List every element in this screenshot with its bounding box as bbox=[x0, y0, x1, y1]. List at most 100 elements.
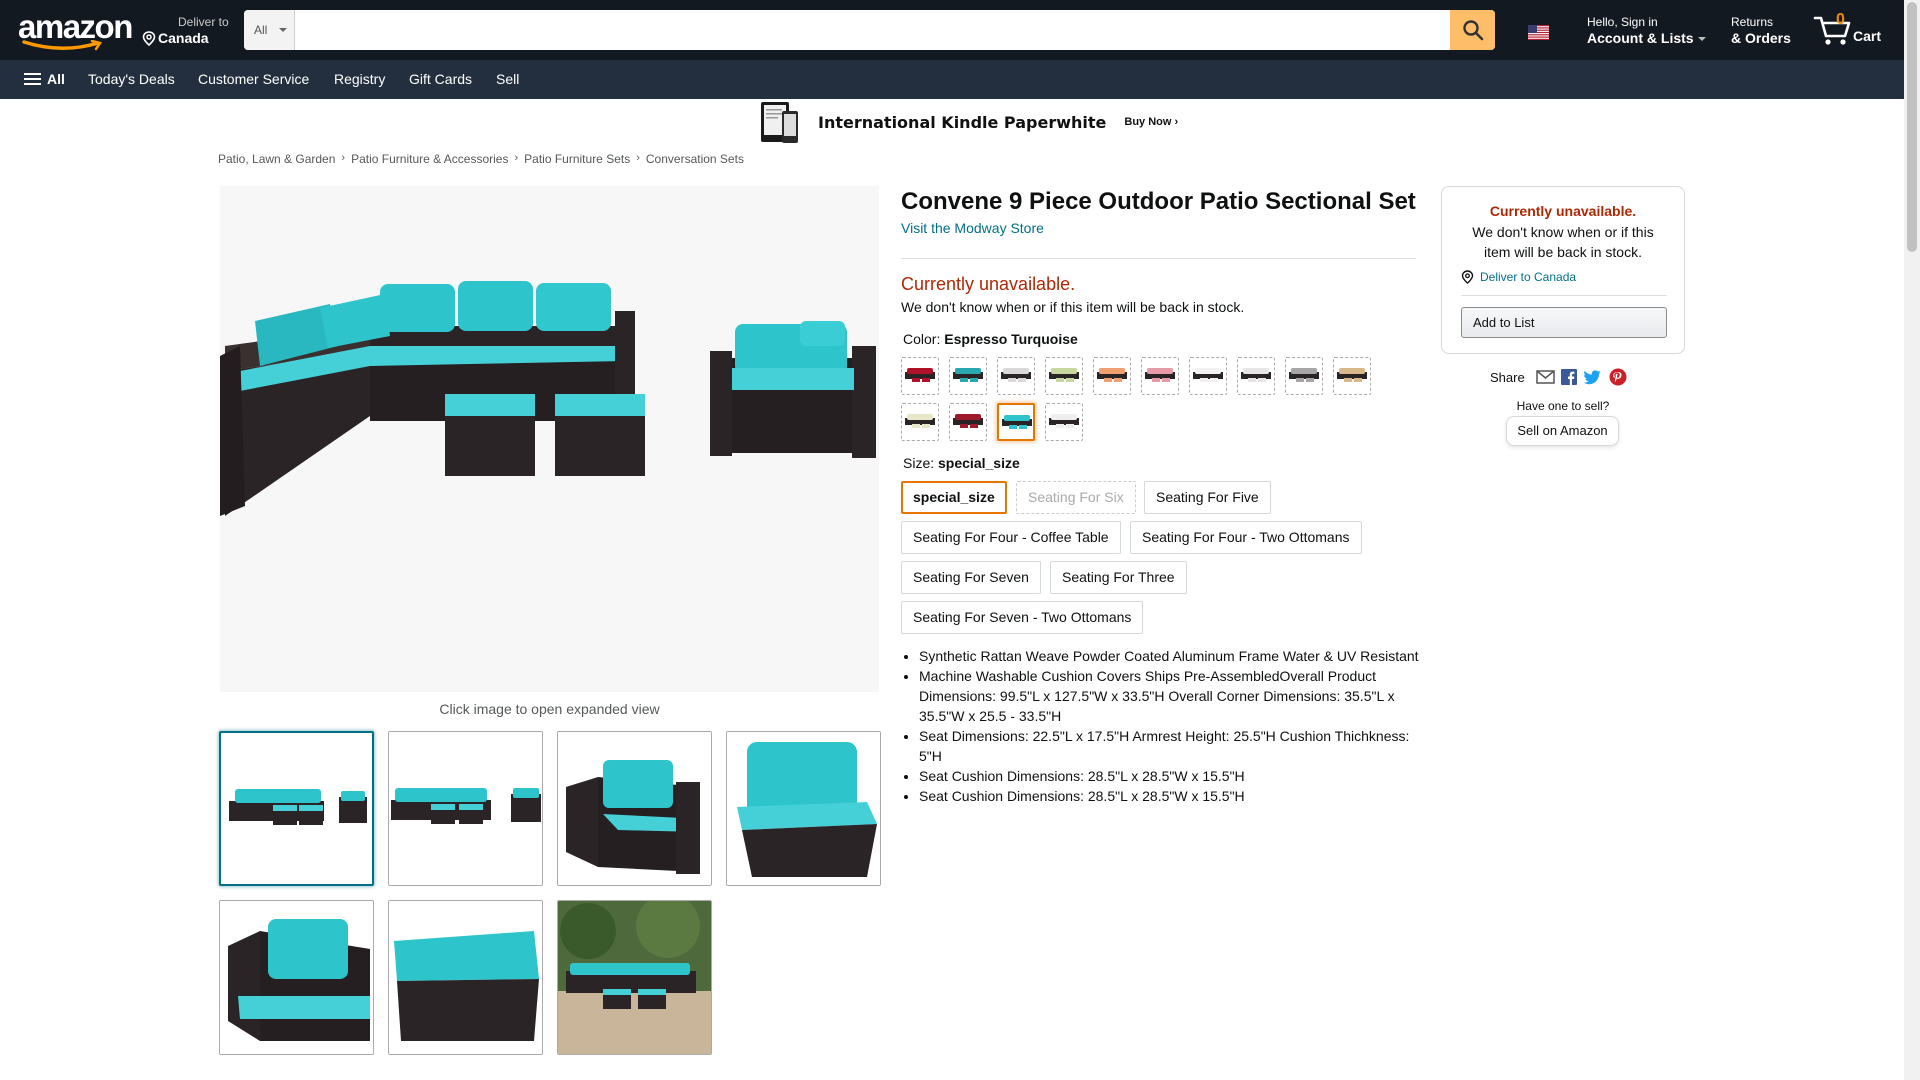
orders-label: & Orders bbox=[1731, 30, 1791, 46]
swatch-sofa-icon bbox=[953, 368, 983, 382]
color-swatch[interactable] bbox=[1093, 357, 1131, 395]
deliver-to[interactable]: Deliver to Canada bbox=[140, 14, 229, 46]
size-option-seating-seven[interactable]: Seating For Seven bbox=[901, 561, 1041, 594]
swatch-sofa-icon bbox=[1145, 368, 1175, 382]
thumbnail-image[interactable] bbox=[388, 731, 543, 886]
swatch-sofa-icon bbox=[1289, 368, 1319, 382]
thumbnail-image[interactable] bbox=[726, 731, 881, 886]
add-to-list-button[interactable]: Add to List bbox=[1461, 307, 1667, 338]
color-swatch[interactable] bbox=[997, 357, 1035, 395]
availability-status: Currently unavailable. bbox=[901, 274, 1076, 294]
facebook-icon[interactable] bbox=[1560, 369, 1577, 385]
thumbnail-image[interactable] bbox=[557, 731, 712, 886]
deliver-label: Deliver to bbox=[178, 15, 229, 29]
size-option-seating-four-coffee[interactable]: Seating For Four - Coffee Table bbox=[901, 521, 1121, 554]
swatch-sofa-icon bbox=[1049, 368, 1079, 382]
feature-bullet: Machine Washable Cushion Covers Ships Pr… bbox=[919, 666, 1421, 726]
cart-button[interactable]: 0 Cart bbox=[1813, 10, 1893, 50]
promo-banner[interactable]: International Kindle Paperwhite Buy Now … bbox=[760, 101, 1178, 143]
color-swatch[interactable] bbox=[997, 403, 1035, 441]
size-option-seating-six[interactable]: Seating For Six bbox=[1016, 481, 1136, 514]
size-selector-label: Size: special_size bbox=[903, 455, 1020, 471]
thumbnail-image[interactable] bbox=[388, 900, 543, 1055]
store-link[interactable]: Visit the Modway Store bbox=[901, 220, 1044, 236]
color-swatch[interactable] bbox=[1189, 357, 1227, 395]
search-input[interactable] bbox=[296, 10, 1444, 50]
account-lists[interactable]: Hello, Sign in Account & Lists bbox=[1587, 14, 1706, 46]
feature-bullet: Seat Cushion Dimensions: 28.5"L x 28.5"W… bbox=[919, 786, 1421, 806]
color-swatch[interactable] bbox=[1045, 357, 1083, 395]
breadcrumb-separator-icon: › bbox=[514, 152, 519, 164]
color-swatch[interactable] bbox=[1333, 357, 1371, 395]
patio-sectional-image bbox=[220, 281, 876, 516]
color-swatch[interactable] bbox=[1045, 403, 1083, 441]
buy-box: Currently unavailable. We don't know whe… bbox=[1441, 186, 1685, 354]
chevron-down-icon bbox=[279, 28, 287, 32]
thumbnail-image[interactable] bbox=[557, 900, 712, 1055]
logo-text: amazon bbox=[18, 8, 133, 45]
size-option-seating-five[interactable]: Seating For Five bbox=[1144, 481, 1271, 514]
cart-count: 0 bbox=[1836, 11, 1845, 28]
banner-cta[interactable]: Buy Now › bbox=[1124, 116, 1178, 128]
us-flag-icon[interactable] bbox=[1528, 25, 1549, 40]
email-icon[interactable] bbox=[1535, 370, 1555, 384]
breadcrumb-item[interactable]: Patio Furniture & Accessories bbox=[351, 152, 508, 166]
size-value: special_size bbox=[938, 455, 1020, 471]
size-option-seating-four-ottomans[interactable]: Seating For Four - Two Ottomans bbox=[1130, 521, 1362, 554]
color-swatch[interactable] bbox=[1141, 357, 1179, 395]
breadcrumb-item[interactable]: Patio, Lawn & Garden bbox=[218, 152, 335, 166]
breadcrumb-item[interactable]: Conversation Sets bbox=[646, 152, 744, 166]
size-label: Size: bbox=[903, 455, 935, 471]
ottoman-thumbnail-icon bbox=[389, 901, 542, 1054]
color-swatch[interactable] bbox=[1237, 357, 1275, 395]
deliver-link[interactable]: Deliver to Canada bbox=[1461, 270, 1576, 284]
breadcrumb-item[interactable]: Patio Furniture Sets bbox=[524, 152, 630, 166]
nav-link-sell[interactable]: Sell bbox=[496, 71, 519, 87]
nav-link-customer-service[interactable]: Customer Service bbox=[198, 71, 309, 87]
account-greeting: Hello, Sign in bbox=[1587, 15, 1658, 29]
thumbnail-image[interactable] bbox=[219, 731, 374, 886]
main-product-image[interactable] bbox=[220, 186, 879, 692]
twitter-icon[interactable] bbox=[1583, 369, 1601, 385]
color-swatch[interactable] bbox=[949, 357, 987, 395]
pinterest-icon[interactable] bbox=[1609, 368, 1627, 386]
color-swatch[interactable] bbox=[901, 357, 939, 395]
cart-icon bbox=[1813, 16, 1851, 45]
nav-link-gift-cards[interactable]: Gift Cards bbox=[409, 71, 472, 87]
banner-title: International Kindle Paperwhite bbox=[818, 112, 1107, 132]
search-icon bbox=[1462, 20, 1483, 41]
size-option-special-size[interactable]: special_size bbox=[901, 481, 1007, 514]
size-option-seating-seven-ottomans[interactable]: Seating For Seven - Two Ottomans bbox=[901, 601, 1144, 634]
color-swatch[interactable] bbox=[901, 403, 939, 441]
color-label: Color: bbox=[903, 331, 941, 347]
feature-bullet: Seat Cushion Dimensions: 28.5"L x 28.5"W… bbox=[919, 766, 1421, 786]
swatch-sofa-icon bbox=[1001, 368, 1031, 382]
search-bar: All bbox=[244, 10, 1495, 50]
sell-on-amazon-button[interactable]: Sell on Amazon bbox=[1506, 416, 1619, 446]
size-option-seating-three[interactable]: Seating For Three bbox=[1050, 561, 1187, 594]
swatch-sofa-icon bbox=[905, 368, 935, 382]
returns-orders[interactable]: Returns & Orders bbox=[1731, 14, 1791, 46]
search-category-dropdown[interactable]: All bbox=[244, 10, 295, 50]
color-swatch[interactable] bbox=[1285, 357, 1323, 395]
search-category-label: All bbox=[254, 23, 268, 37]
share-label: Share bbox=[1490, 369, 1525, 385]
buybox-note: We don't know when or if this item will … bbox=[1472, 224, 1654, 260]
search-button[interactable] bbox=[1450, 10, 1495, 50]
cart-label: Cart bbox=[1853, 28, 1882, 44]
all-menu-label: All bbox=[47, 71, 65, 87]
feature-bullet: Seat Dimensions: 22.5"L x 17.5"H Armrest… bbox=[919, 726, 1421, 766]
smile-icon bbox=[22, 40, 103, 51]
color-value: Espresso Turquoise bbox=[944, 331, 1078, 347]
all-menu-button[interactable]: All bbox=[24, 70, 65, 88]
account-label: Account & Lists bbox=[1587, 30, 1694, 46]
top-navbar: amazon Deliver to Canada All Hello, Sign… bbox=[0, 0, 1904, 60]
have-one-to-sell: Have one to sell? bbox=[1516, 399, 1610, 413]
thumbnail-image[interactable] bbox=[219, 900, 374, 1055]
color-swatch[interactable] bbox=[949, 403, 987, 441]
amazon-logo[interactable]: amazon bbox=[18, 8, 133, 51]
swatch-sofa-icon bbox=[1097, 368, 1127, 382]
page-scrollbar-thumb[interactable] bbox=[1907, 2, 1917, 252]
nav-link-todays-deals[interactable]: Today's Deals bbox=[88, 71, 175, 87]
nav-link-registry[interactable]: Registry bbox=[334, 71, 385, 87]
